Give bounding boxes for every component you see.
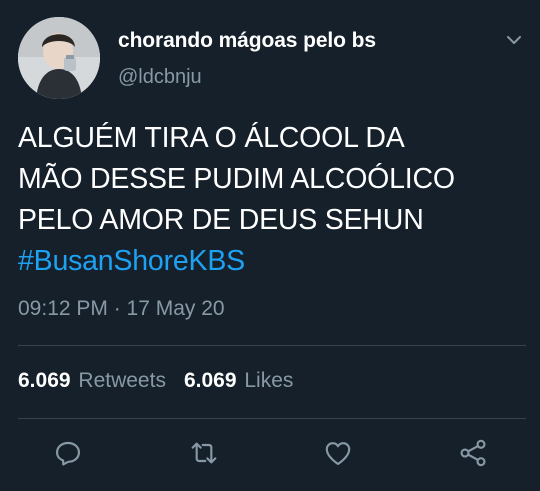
avatar-image — [18, 17, 100, 99]
tweet-detail: chorando mágoas pelo bs @ldcbnju ALGUÉM … — [0, 0, 540, 491]
share-icon — [460, 439, 486, 467]
retweets-count: 6.069 — [18, 369, 71, 392]
share-button[interactable] — [457, 437, 489, 469]
divider — [18, 345, 526, 346]
retweet-icon — [191, 442, 217, 464]
retweet-button[interactable] — [188, 437, 220, 469]
divider — [18, 418, 526, 419]
likes-count: 6.069 — [183, 369, 237, 392]
user-handle[interactable]: @ldcbnju — [118, 66, 202, 89]
chevron-down-icon[interactable] — [502, 28, 526, 52]
retweets-label: Retweets — [78, 369, 166, 392]
display-name[interactable]: chorando mágoas pelo bs — [118, 29, 376, 53]
avatar[interactable] — [18, 17, 100, 99]
likes-label: Likes — [244, 369, 294, 392]
reply-icon — [55, 441, 80, 466]
retweets-stat[interactable]: 6.069 Retweets — [18, 369, 166, 393]
like-icon — [325, 442, 351, 465]
likes-stat[interactable]: 6.069 Likes — [184, 369, 293, 393]
hashtag-link[interactable]: #BusanShoreKBS — [18, 241, 245, 282]
tweet-timestamp[interactable]: 09:12 PM · 17 May 20 — [18, 297, 225, 321]
like-button[interactable] — [322, 437, 354, 469]
reply-button[interactable] — [52, 437, 84, 469]
engagement-stats: 6.069 Retweets 6.069 Likes — [18, 369, 293, 393]
tweet-text: ALGUÉM TIRA O ÁLCOOL DA MÃO DESSE PUDIM … — [18, 122, 455, 236]
